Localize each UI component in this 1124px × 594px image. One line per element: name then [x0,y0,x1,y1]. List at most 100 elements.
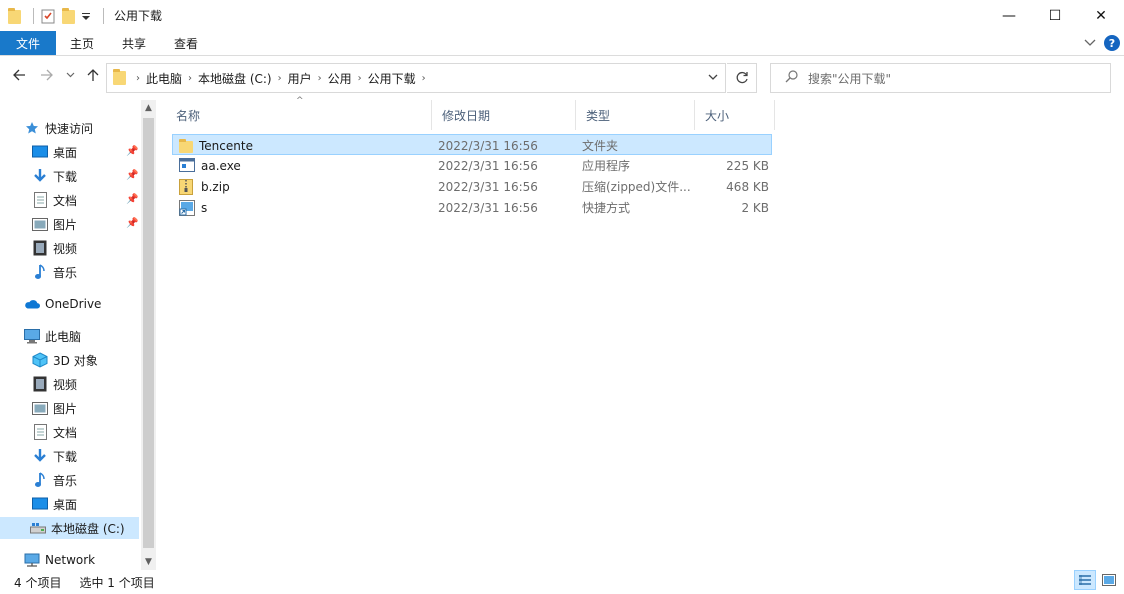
nav-item-music[interactable]: 音乐 [32,469,77,491]
nav-onedrive[interactable]: OneDrive [24,293,101,315]
file-type: 应用程序 [582,159,631,173]
minimize-button[interactable]: — [986,0,1032,31]
quick-access-toolbar: 公用下载 [0,0,162,31]
nav-label: 音乐 [53,473,78,488]
nav-label: 桌面 [53,497,78,512]
file-name: s [201,200,208,215]
pin-icon[interactable]: 📌 [126,146,138,157]
file-size: 468 KB [726,179,769,194]
address-bar[interactable]: › 此电脑 › 本地磁盘 (C:) › 用户 › 公用 › 公用下载 › [106,63,726,93]
breadcrumb-this-pc[interactable]: 此电脑 [146,70,182,87]
nav-item-local-disk[interactable]: 本地磁盘 (C:) [0,517,139,539]
scroll-up-icon[interactable]: ▲ [141,100,156,116]
file-modified: 2022/3/31 16:56 [438,158,538,173]
file-type: 文件夹 [582,139,619,153]
nav-label: 视频 [53,377,78,392]
tab-view[interactable]: 查看 [160,31,212,55]
chevron-right-icon[interactable]: › [188,73,192,84]
shortcut-icon [179,199,195,216]
nav-label: 下载 [53,169,78,184]
nav-scrollbar[interactable]: ▲ ▼ [141,100,156,570]
table-row[interactable]: aa.exe 2022/3/31 16:56 应用程序 225 KB [172,155,772,176]
nav-label: OneDrive [45,297,102,311]
scroll-down-icon[interactable]: ▼ [141,554,156,570]
nav-item-downloads[interactable]: 下载 [32,445,77,467]
pin-icon[interactable]: 📌 [126,218,138,229]
picture-icon [32,216,48,232]
file-name: b.zip [201,179,230,194]
column-header-type[interactable]: 类型 [576,100,695,130]
picture-icon [32,400,48,416]
ribbon-tabs: 文件 主页 共享 查看 ? [0,31,1124,56]
customize-toolbar-icon[interactable] [81,8,91,24]
nav-network[interactable]: Network [24,549,95,571]
nav-item-downloads[interactable]: 下载 [32,165,77,187]
chevron-right-icon[interactable]: › [422,73,426,84]
divider [33,7,34,24]
nav-item-videos[interactable]: 视频 [32,237,77,259]
pin-icon[interactable]: 📌 [126,194,138,205]
table-row[interactable]: Tencente 2022/3/31 16:56 文件夹 [172,134,772,155]
file-list: ^ 名称 修改日期 类型 大小 Tencente 2022/3/31 16:56… [166,96,1124,570]
table-row[interactable]: b.zip 2022/3/31 16:56 压缩(zipped)文件... 46… [172,176,772,197]
folder-icon [179,138,193,153]
search-input[interactable]: 搜索"公用下载" [770,63,1111,93]
nav-item-pictures[interactable]: 图片 [32,397,77,419]
new-folder-icon[interactable] [62,7,75,24]
desktop-icon [32,144,48,160]
nav-item-videos[interactable]: 视频 [32,373,77,395]
column-header-modified[interactable]: 修改日期 [432,100,576,130]
file-name: aa.exe [201,158,241,173]
forward-arrow-icon[interactable] [40,68,54,86]
back-arrow-icon[interactable] [12,68,26,86]
nav-item-desktop[interactable]: 桌面 [32,141,77,163]
document-icon [32,192,48,208]
minimize-icon: — [1002,7,1016,24]
tab-file[interactable]: 文件 [0,31,56,55]
scrollbar-thumb[interactable] [143,118,154,548]
details-view-button[interactable] [1074,570,1096,590]
star-icon [24,120,40,136]
desktop-icon [32,496,48,512]
breadcrumb-users[interactable]: 用户 [288,70,312,87]
properties-icon[interactable] [40,8,56,24]
up-arrow-icon[interactable] [86,68,100,86]
chevron-right-icon[interactable]: › [278,73,282,84]
chevron-right-icon[interactable]: › [358,73,362,84]
folder-icon [113,69,126,85]
document-icon [32,424,48,440]
nav-item-3d-objects[interactable]: 3D 对象 [32,349,98,371]
nav-item-desktop[interactable]: 桌面 [32,493,77,515]
tab-home[interactable]: 主页 [56,31,108,55]
column-header-name[interactable]: 名称 [166,100,432,130]
large-icons-view-button[interactable] [1098,570,1120,590]
nav-quick-access[interactable]: 快速访问 [24,117,93,139]
details-view-icon [1079,575,1091,585]
breadcrumb-public-downloads[interactable]: 公用下载 [368,70,416,87]
nav-item-pictures[interactable]: 图片 [32,213,77,235]
maximize-button[interactable]: ☐ [1032,0,1078,31]
chevron-down-icon[interactable] [1084,37,1096,50]
chevron-right-icon[interactable]: › [318,73,322,84]
column-header-size[interactable]: 大小 [695,100,775,130]
pin-icon[interactable]: 📌 [126,170,138,181]
nav-this-pc[interactable]: 此电脑 [24,325,81,347]
table-row[interactable]: s 2022/3/31 16:56 快捷方式 2 KB [172,197,772,218]
breadcrumb-public[interactable]: 公用 [328,70,352,87]
download-icon [32,168,48,184]
computer-icon [24,328,40,344]
breadcrumb-local-disk[interactable]: 本地磁盘 (C:) [198,70,272,87]
nav-item-music[interactable]: 音乐 [32,261,77,283]
nav-label: 文档 [53,425,78,440]
refresh-button[interactable] [727,63,757,93]
nav-item-documents[interactable]: 文档 [32,421,77,443]
recent-locations-icon[interactable] [66,68,75,86]
tab-share[interactable]: 共享 [108,31,160,55]
close-button[interactable]: ✕ [1078,0,1124,31]
nav-label: 图片 [53,401,78,416]
nav-label: 此电脑 [45,329,82,344]
address-dropdown-icon[interactable] [707,71,719,86]
nav-item-documents[interactable]: 文档 [32,189,77,211]
help-icon[interactable]: ? [1104,35,1120,51]
chevron-right-icon[interactable]: › [136,73,140,84]
